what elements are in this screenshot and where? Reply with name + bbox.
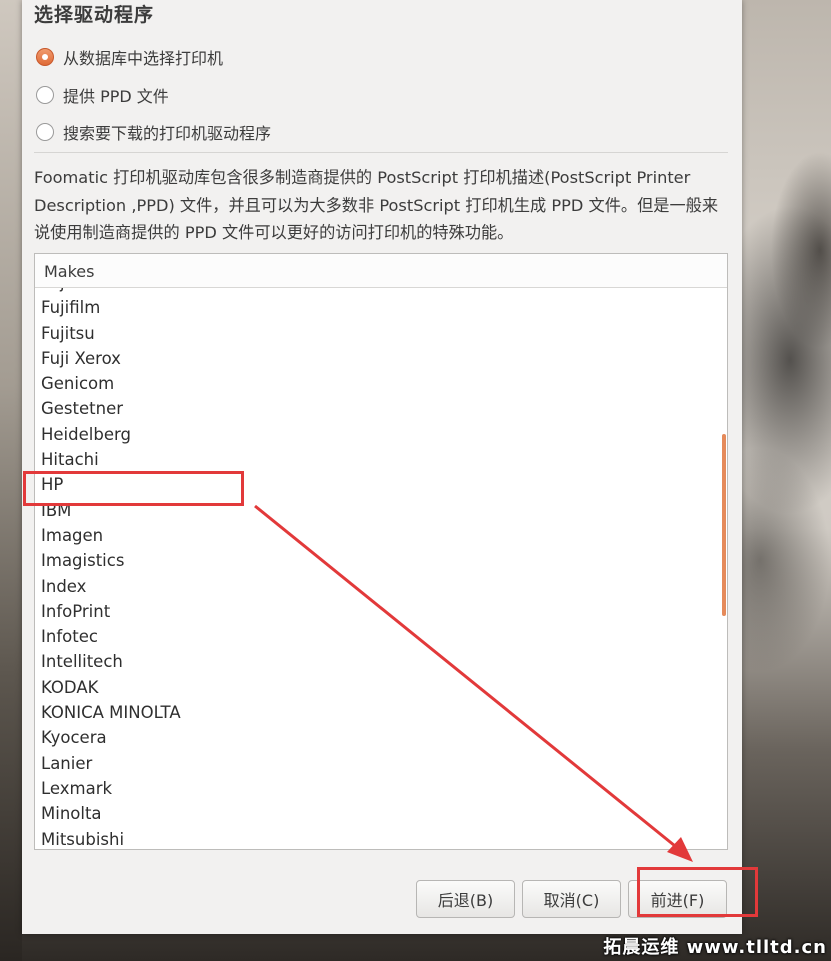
annotation-arrow-line <box>254 504 681 852</box>
watermark: 拓晨运维 www.tlltd.cn <box>603 937 827 958</box>
annotation-arrow <box>254 504 693 862</box>
